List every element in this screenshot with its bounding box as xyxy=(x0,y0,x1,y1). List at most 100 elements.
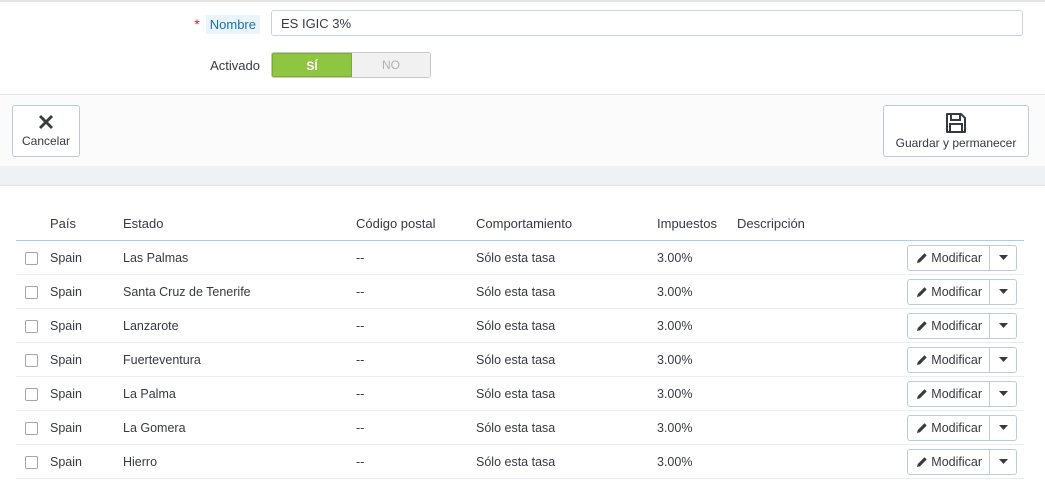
cell-zip: -- xyxy=(356,308,476,343)
cell-state: Lanzarote xyxy=(123,308,356,343)
row-action-group: Modificar xyxy=(907,312,1017,339)
edit-button[interactable]: Modificar xyxy=(908,381,990,406)
edit-label: Modificar xyxy=(931,284,982,299)
cell-actions: Modificar xyxy=(857,240,1024,275)
actions-dropdown-toggle[interactable] xyxy=(990,246,1016,270)
actions-dropdown-toggle[interactable] xyxy=(990,416,1016,440)
header-description[interactable]: Descripción xyxy=(737,206,857,241)
cell-state: La Palma xyxy=(123,376,356,411)
cell-tax: 3.00% xyxy=(657,444,737,479)
cell-behavior: Sólo esta tasa xyxy=(476,410,657,445)
cell-description xyxy=(737,240,857,275)
cell-tax: 3.00% xyxy=(657,376,737,411)
caret-down-icon xyxy=(998,458,1008,464)
edit-button[interactable]: Modificar xyxy=(908,279,990,304)
save-and-stay-button[interactable]: Guardar y permanecer xyxy=(883,105,1029,157)
actions-dropdown-toggle[interactable] xyxy=(990,348,1016,372)
cell-tax: 3.00% xyxy=(657,308,737,343)
edit-button[interactable]: Modificar xyxy=(908,313,990,338)
header-behavior[interactable]: Comportamiento xyxy=(476,206,657,241)
cell-description xyxy=(737,410,857,445)
tax-rules-list-panel: País Estado Código postal Comportamiento… xyxy=(0,185,1045,491)
toggle-yes[interactable]: SÍ xyxy=(272,53,352,77)
cell-state: La Gomera xyxy=(123,410,356,445)
tax-rules-table: País Estado Código postal Comportamiento… xyxy=(16,206,1024,479)
table-row: Spain Hierro -- Sólo esta tasa 3.00% Mod… xyxy=(16,444,1024,479)
header-tax[interactable]: Impuestos xyxy=(657,206,737,241)
row-select-cell xyxy=(16,342,50,377)
pencil-icon xyxy=(917,422,927,433)
caret-down-icon xyxy=(998,254,1008,260)
row-select-cell xyxy=(16,444,50,479)
cell-country: Spain xyxy=(50,444,123,479)
row-checkbox[interactable] xyxy=(25,251,38,265)
table-row: Spain La Gomera -- Sólo esta tasa 3.00% … xyxy=(16,410,1024,445)
cell-country: Spain xyxy=(50,410,123,445)
edit-label: Modificar xyxy=(931,352,982,367)
required-mark: * xyxy=(194,16,200,32)
actions-dropdown-toggle[interactable] xyxy=(990,314,1016,338)
header-country[interactable]: País xyxy=(50,206,123,241)
close-icon xyxy=(39,115,53,129)
edit-button[interactable]: Modificar xyxy=(908,449,990,474)
edit-button[interactable]: Modificar xyxy=(908,415,990,440)
cell-actions: Modificar xyxy=(857,308,1024,343)
toggle-no[interactable]: NO xyxy=(352,53,430,77)
name-row: * Nombre xyxy=(0,10,1045,38)
caret-down-icon xyxy=(998,322,1008,328)
header-state[interactable]: Estado xyxy=(123,206,356,241)
cell-zip: -- xyxy=(356,274,476,309)
row-action-group: Modificar xyxy=(907,380,1017,407)
header-select xyxy=(16,206,50,241)
pencil-icon xyxy=(917,320,927,331)
floppy-disk-icon xyxy=(946,113,966,133)
row-checkbox[interactable] xyxy=(25,285,38,299)
cell-state: Las Palmas xyxy=(123,240,356,275)
actions-dropdown-toggle[interactable] xyxy=(990,382,1016,406)
caret-down-icon xyxy=(998,288,1008,294)
cell-zip: -- xyxy=(356,240,476,275)
edit-button[interactable]: Modificar xyxy=(908,347,990,372)
edit-label: Modificar xyxy=(931,250,982,265)
edit-button[interactable]: Modificar xyxy=(908,245,990,270)
actions-dropdown-toggle[interactable] xyxy=(990,280,1016,304)
row-checkbox[interactable] xyxy=(25,353,38,367)
row-checkbox[interactable] xyxy=(25,387,38,401)
row-checkbox[interactable] xyxy=(25,455,38,469)
cell-tax: 3.00% xyxy=(657,410,737,445)
pencil-icon xyxy=(917,354,927,365)
pencil-icon xyxy=(917,252,927,263)
cell-description xyxy=(737,376,857,411)
row-action-group: Modificar xyxy=(907,414,1017,441)
save-label: Guardar y permanecer xyxy=(895,136,1017,150)
cell-behavior: Sólo esta tasa xyxy=(476,274,657,309)
cell-description xyxy=(737,444,857,479)
row-select-cell xyxy=(16,274,50,309)
row-action-group: Modificar xyxy=(907,448,1017,475)
row-checkbox[interactable] xyxy=(25,421,38,435)
caret-down-icon xyxy=(998,356,1008,362)
activated-label: Activado xyxy=(210,58,260,73)
cell-country: Spain xyxy=(50,274,123,309)
header-zip[interactable]: Código postal xyxy=(356,206,476,241)
edit-label: Modificar xyxy=(931,420,982,435)
cell-behavior: Sólo esta tasa xyxy=(476,444,657,479)
row-checkbox[interactable] xyxy=(25,319,38,333)
table-row: Spain Fuerteventura -- Sólo esta tasa 3.… xyxy=(16,342,1024,377)
form-footer: Cancelar Guardar y permanecer xyxy=(0,94,1045,166)
activated-toggle[interactable]: SÍ NO xyxy=(271,52,431,78)
cell-description xyxy=(737,308,857,343)
caret-down-icon xyxy=(998,390,1008,396)
cell-description xyxy=(737,274,857,309)
cell-country: Spain xyxy=(50,342,123,377)
table-row: Spain Lanzarote -- Sólo esta tasa 3.00% … xyxy=(16,308,1024,343)
cell-country: Spain xyxy=(50,376,123,411)
cell-zip: -- xyxy=(356,410,476,445)
name-input[interactable] xyxy=(271,10,1023,36)
name-label: * Nombre xyxy=(194,10,260,38)
row-select-cell xyxy=(16,376,50,411)
cancel-button[interactable]: Cancelar xyxy=(12,105,80,157)
cell-zip: -- xyxy=(356,376,476,411)
row-select-cell xyxy=(16,410,50,445)
actions-dropdown-toggle[interactable] xyxy=(990,450,1016,474)
